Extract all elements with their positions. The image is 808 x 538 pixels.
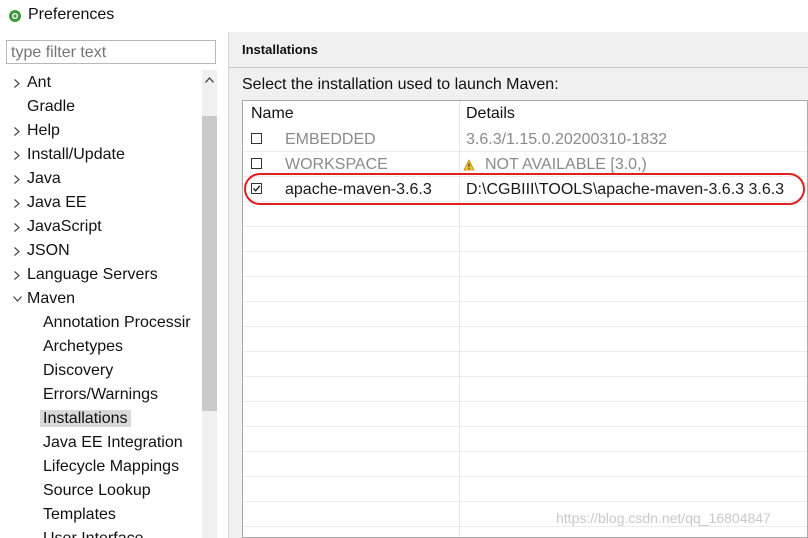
tree-item-label: Gradle [27,98,76,115]
tree-item-label: User Interface [43,530,143,538]
row-divider [243,501,807,502]
window-title: Preferences [28,6,115,23]
instruction-text: Select the installation used to launch M… [242,76,559,93]
tree-item-annotation-processir[interactable]: Annotation Processir [43,311,191,335]
row-divider [243,276,807,277]
tree-item-label: Installations [40,410,131,427]
installation-name: WORKSPACE [285,156,388,173]
column-header-name[interactable]: Name [251,101,294,127]
row-divider [243,401,807,402]
tree-item-label: Annotation Processir [43,314,191,331]
installation-details: NOT AVAILABLE [3.0,) [485,156,647,173]
row-divider [243,451,807,452]
row-divider [243,351,807,352]
tree-item-archetypes[interactable]: Archetypes [43,335,123,359]
tree-item-templates[interactable]: Templates [43,503,116,527]
tree-item-java-ee-integration[interactable]: Java EE Integration [43,431,183,455]
tree-item-lifecycle-mappings[interactable]: Lifecycle Mappings [43,455,179,479]
chevron-right-icon[interactable] [11,71,23,95]
tree-item-label: Help [27,122,60,139]
tree-item-label: Lifecycle Mappings [43,458,180,475]
installations-table: Name Details EMBEDDED 3.6.3/1.15.0.202003… [242,100,808,538]
filter-input[interactable] [6,40,216,64]
chevron-right-icon[interactable] [11,143,23,167]
chevron-right-icon[interactable] [11,191,23,215]
tree-item-label: Language Servers [27,266,158,283]
tree-item-label: JSON [27,242,70,259]
tree-item-gradle[interactable]: Gradle [27,95,75,119]
tree-item-label: Install/Update [27,146,125,163]
row-divider [243,476,807,477]
table-row[interactable]: apache-maven-3.6.3 D:\CGBIII\TOOLS\apache… [243,177,807,202]
chevron-right-icon[interactable] [11,167,23,191]
tree-item-label: Source Lookup [43,482,151,499]
tree-item-user-interface[interactable]: User Interface [43,527,143,538]
tree-item-json[interactable]: JSON [14,239,70,263]
tree-item-label: JavaScript [27,218,102,235]
tree-item-java-ee[interactable]: Java EE [14,191,87,215]
tree-item-label: Archetypes [43,338,124,355]
tree-item-label: Java EE Integration [43,434,183,451]
tree-item-install-update[interactable]: Install/Update [14,143,125,167]
tree-item-installations[interactable]: Installations [40,407,131,431]
checkbox-checked[interactable] [251,183,262,194]
table-row[interactable]: WORKSPACE NOT AVAILABLE [3.0,) [243,152,807,177]
section-header: Installations [229,32,808,68]
tree-scrollbar-thumb[interactable] [202,116,217,411]
table-header: Name Details [243,101,807,127]
tree-item-label: Java [27,170,61,187]
row-divider [243,326,807,327]
tree-item-label: Maven [27,290,76,307]
tree-item-label: Templates [43,506,116,523]
installation-details: 3.6.3/1.15.0.20200310-1832 [466,131,668,148]
tree-item-label: Java EE [27,194,87,211]
tree-item-label: Errors/Warnings [43,386,158,403]
page-title: Installations [242,42,318,57]
table-row[interactable]: EMBEDDED 3.6.3/1.15.0.20200310-1832 [243,127,807,152]
tree-item-help[interactable]: Help [14,119,60,143]
chevron-down-icon[interactable] [11,287,23,311]
tree-item-java[interactable]: Java [14,167,61,191]
chevron-right-icon[interactable] [11,263,23,287]
preference-tree: Ant Gradle Help Install/Update Java Java EE Ja… [0,70,202,538]
tree-item-errors-warnings[interactable]: Errors/Warnings [43,383,158,407]
chevron-right-icon[interactable] [11,215,23,239]
row-divider [243,226,807,227]
tree-item-language-servers[interactable]: Language Servers [14,263,158,287]
row-divider [243,301,807,302]
checkbox-unchecked[interactable] [251,158,262,169]
tree-item-discovery[interactable]: Discovery [43,359,113,383]
tree-item-label: Ant [27,74,52,91]
row-divider [243,376,807,377]
installation-name: EMBEDDED [285,131,376,148]
watermark: https://blog.csdn.net/qq_16804847 [556,510,771,526]
installation-details: D:\CGBIII\TOOLS\apache-maven-3.6.3 3.6.3 [466,181,785,198]
scroll-up-icon[interactable] [202,72,217,88]
tree-item-javascript[interactable]: JavaScript [14,215,102,239]
row-divider [243,251,807,252]
row-divider [243,426,807,427]
title-bar: Preferences [0,0,808,32]
checkbox-unchecked[interactable] [251,133,262,144]
chevron-right-icon[interactable] [11,239,23,263]
installation-name: apache-maven-3.6.3 [285,181,432,198]
chevron-right-icon[interactable] [11,119,23,143]
tree-item-ant[interactable]: Ant [14,71,52,95]
tree-item-label: Discovery [43,362,114,379]
row-divider [243,526,807,527]
tree-item-maven[interactable]: Maven [12,287,76,311]
eclipse-app-icon [9,10,21,22]
tree-item-source-lookup[interactable]: Source Lookup [43,479,151,503]
column-header-details[interactable]: Details [466,101,515,127]
warning-icon [463,158,475,171]
